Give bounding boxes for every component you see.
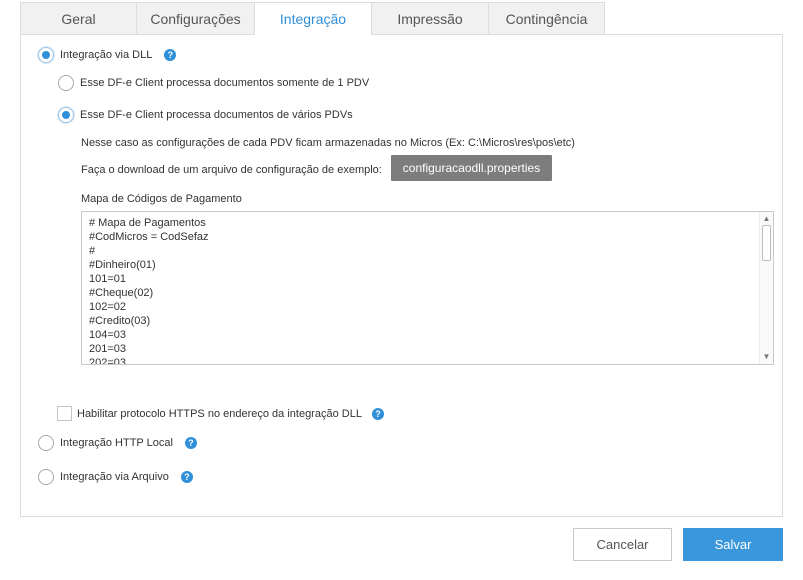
- http-local-label: Integração HTTP Local: [60, 437, 173, 449]
- multi-pdv-row[interactable]: Esse DF-e Client processa documentos de …: [58, 107, 353, 123]
- https-label: Habilitar protocolo HTTPS no endereço da…: [77, 407, 362, 420]
- help-icon[interactable]: ?: [184, 437, 197, 449]
- arquivo-label: Integração via Arquivo: [60, 471, 169, 483]
- tab-contingencia[interactable]: Contingência: [488, 2, 605, 34]
- mapa-textarea[interactable]: # Mapa de Pagamentos #CodMicros = CodSef…: [81, 211, 774, 365]
- tab-impressao[interactable]: Impressão: [371, 2, 489, 34]
- mapa-label: Mapa de Códigos de Pagamento: [81, 193, 242, 205]
- https-checkbox[interactable]: [57, 406, 72, 421]
- help-icon[interactable]: ?: [180, 471, 193, 483]
- scroll-thumb[interactable]: [762, 225, 771, 261]
- scroll-down-icon[interactable]: ▼: [760, 351, 773, 363]
- help-icon[interactable]: ?: [371, 407, 384, 420]
- scroll-up-icon[interactable]: ▲: [760, 213, 773, 225]
- textarea-scrollbar[interactable]: ▲ ▼: [759, 212, 773, 364]
- https-row[interactable]: Habilitar protocolo HTTPS no endereço da…: [57, 406, 384, 421]
- single-pdv-label: Esse DF-e Client processa documentos som…: [80, 77, 370, 89]
- arquivo-radio[interactable]: [38, 469, 54, 485]
- http-local-row[interactable]: Integração HTTP Local ?: [38, 435, 197, 451]
- mapa-textarea-content: # Mapa de Pagamentos #CodMicros = CodSef…: [89, 217, 209, 365]
- help-icon[interactable]: ?: [164, 49, 177, 61]
- dll-integration-label: Integração via DLL: [60, 49, 153, 61]
- dll-integration-row[interactable]: Integração via DLL ?: [38, 47, 177, 63]
- download-config-button[interactable]: configuracaodll.properties: [391, 155, 552, 181]
- cancel-button[interactable]: Cancelar: [573, 528, 672, 561]
- arquivo-row[interactable]: Integração via Arquivo ?: [38, 469, 193, 485]
- tab-geral[interactable]: Geral: [20, 2, 137, 34]
- tab-bar: Geral Configurações Integração Impressão…: [20, 2, 605, 35]
- save-button[interactable]: Salvar: [683, 528, 783, 561]
- dll-integration-radio[interactable]: [38, 47, 54, 63]
- http-local-radio[interactable]: [38, 435, 54, 451]
- multi-pdv-radio[interactable]: [58, 107, 74, 123]
- multi-pdv-label: Esse DF-e Client processa documentos de …: [80, 109, 353, 121]
- download-text: Faça o download de um arquivo de configu…: [81, 164, 382, 176]
- tab-integracao[interactable]: Integração: [254, 2, 372, 35]
- single-pdv-radio[interactable]: [58, 75, 74, 91]
- tab-configuracoes[interactable]: Configurações: [136, 2, 255, 34]
- pdv-info-text: Nesse caso as configurações de cada PDV …: [81, 137, 575, 149]
- single-pdv-row[interactable]: Esse DF-e Client processa documentos som…: [58, 75, 369, 91]
